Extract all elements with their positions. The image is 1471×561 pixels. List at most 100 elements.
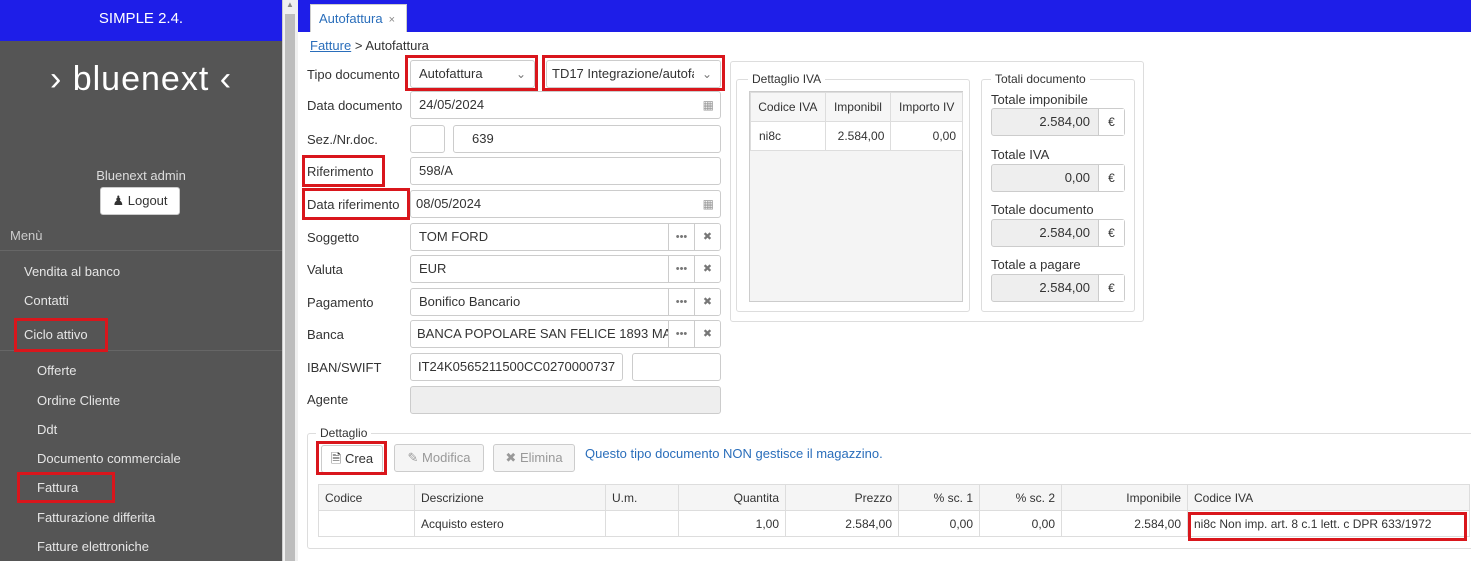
calendar-icon[interactable]: ▦: [703, 191, 714, 217]
highlight-box: [316, 441, 387, 475]
iban-label: IBAN/SWIFT: [307, 360, 382, 375]
col-sconto2[interactable]: % sc. 2: [979, 484, 1062, 511]
totale-imponibile-field: 2.584,00 €: [991, 108, 1125, 136]
euro-addon: €: [1098, 109, 1124, 135]
sidebar-item-ordine-cliente[interactable]: Ordine Cliente: [37, 393, 120, 408]
tipo-documento-label: Tipo documento: [307, 67, 400, 82]
pagamento-input[interactable]: Bonifico Bancario ••• ✖: [410, 288, 721, 316]
totale-imponibile-value: 2.584,00: [1039, 114, 1090, 129]
iban-input[interactable]: IT24K0565211500CC0270000737: [410, 353, 623, 381]
scroll-up-icon[interactable]: ▲: [285, 0, 295, 12]
swift-input[interactable]: [632, 353, 721, 381]
magazzino-note: Questo tipo documento NON gestisce il ma…: [585, 446, 883, 461]
logout-button[interactable]: ♟ Logout: [100, 187, 180, 215]
sidebar-item-contatti[interactable]: Contatti: [24, 293, 69, 308]
clear-icon[interactable]: ✖: [694, 224, 720, 250]
totale-iva-label: Totale IVA: [991, 147, 1050, 162]
col-quantita[interactable]: Quantita: [678, 484, 786, 511]
iva-col-imponibile[interactable]: Imponibil: [824, 92, 892, 122]
clear-icon[interactable]: ✖: [694, 289, 720, 315]
iva-col-importo[interactable]: Importo IV: [890, 92, 963, 122]
iva-grid: Codice IVA Imponibil Importo IV ni8c 2.5…: [749, 91, 963, 302]
tab-label: Autofattura: [319, 11, 383, 26]
col-prezzo[interactable]: Prezzo: [785, 484, 899, 511]
euro-addon: €: [1098, 275, 1124, 301]
table-row[interactable]: ni8c 2.584,00 0,00: [750, 121, 963, 151]
pagamento-label: Pagamento: [307, 295, 374, 310]
highlight-box: [17, 472, 115, 503]
highlight-box: [542, 55, 725, 91]
cell-sconto2: 0,00: [979, 510, 1062, 537]
tab-autofattura[interactable]: Autofattura ×: [310, 4, 407, 32]
ellipsis-icon[interactable]: •••: [668, 256, 694, 282]
col-imponibile[interactable]: Imponibile: [1061, 484, 1188, 511]
col-um[interactable]: U.m.: [605, 484, 679, 511]
banca-input[interactable]: BANCA POPOLARE SAN FELICE 1893 MANT ••• ✖: [410, 320, 721, 348]
elimina-button[interactable]: ✖ Elimina: [493, 444, 575, 472]
pencil-icon: ✎: [407, 450, 419, 465]
valuta-label: Valuta: [307, 262, 343, 277]
breadcrumb-fatture-link[interactable]: Fatture: [310, 38, 351, 53]
highlight-box: [1188, 512, 1467, 541]
soggetto-input[interactable]: TOM FORD ••• ✖: [410, 223, 721, 251]
euro-addon: €: [1098, 165, 1124, 191]
logout-label: Logout: [127, 193, 168, 208]
pagamento-value: Bonifico Bancario: [419, 294, 521, 309]
menu-label: Menù: [10, 228, 43, 243]
data-riferimento-input[interactable]: 08/05/2024 ▦: [410, 190, 721, 218]
highlight-box: [405, 55, 538, 91]
cell-descrizione: Acquisto estero: [414, 510, 606, 537]
clear-icon[interactable]: ✖: [694, 321, 720, 347]
cell-prezzo: 2.584,00: [785, 510, 899, 537]
iva-cell: 2.584,00: [824, 121, 892, 151]
cell-imponibile: 2.584,00: [1061, 510, 1188, 537]
agente-input[interactable]: [410, 386, 721, 414]
riferimento-input[interactable]: 598/A: [410, 157, 721, 185]
banca-label: Banca: [307, 327, 344, 342]
col-codice-iva[interactable]: Codice IVA: [1187, 484, 1470, 511]
cell-quantita: 1,00: [678, 510, 786, 537]
sidebar-item-fatture-elettroniche[interactable]: Fatture elettroniche: [37, 539, 149, 554]
modifica-button[interactable]: ✎ Modifica: [394, 444, 484, 472]
col-sconto1[interactable]: % sc. 1: [898, 484, 980, 511]
clear-icon[interactable]: ✖: [694, 256, 720, 282]
close-icon: ✖: [505, 450, 517, 465]
data-documento-input[interactable]: 24/05/2024 ▦: [410, 91, 721, 119]
sidebar-item-documento-commerciale[interactable]: Documento commerciale: [37, 451, 181, 466]
calendar-icon[interactable]: ▦: [703, 92, 714, 118]
iva-col-codice[interactable]: Codice IVA: [750, 92, 826, 122]
ellipsis-icon[interactable]: •••: [668, 289, 694, 315]
user-name: Bluenext admin: [96, 168, 186, 183]
totale-imponibile-label: Totale imponibile: [991, 92, 1088, 107]
totale-iva-value: 0,00: [1064, 170, 1090, 185]
data-documento-value: 24/05/2024: [419, 97, 485, 112]
sidebar-item-offerte[interactable]: Offerte: [37, 363, 77, 378]
numero-documento-input[interactable]: 639: [453, 125, 721, 153]
breadcrumb: Fatture > Autofattura: [310, 38, 429, 53]
valuta-input[interactable]: EUR ••• ✖: [410, 255, 721, 283]
sidebar-item-vendita[interactable]: Vendita al banco: [24, 264, 120, 279]
totale-pagare-field: 2.584,00 €: [991, 274, 1125, 302]
col-descrizione[interactable]: Descrizione: [414, 484, 606, 511]
sidebar-item-ddt[interactable]: Ddt: [37, 422, 57, 437]
ellipsis-icon[interactable]: •••: [668, 224, 694, 250]
cell-codice: [318, 510, 415, 537]
totali-legend: Totali documento: [991, 72, 1090, 86]
sezionale-input[interactable]: [410, 125, 445, 153]
valuta-value: EUR: [419, 261, 447, 276]
elimina-label: Elimina: [519, 450, 563, 465]
dettaglio-legend: Dettaglio: [316, 426, 372, 440]
highlight-box: [14, 318, 108, 352]
top-bar: [298, 0, 1471, 32]
ellipsis-icon[interactable]: •••: [668, 321, 694, 347]
dettaglio-iva-legend: Dettaglio IVA: [748, 72, 826, 86]
scrollbar-thumb[interactable]: [285, 14, 295, 561]
close-icon[interactable]: ×: [389, 14, 395, 26]
totale-documento-label: Totale documento: [991, 202, 1094, 217]
agente-label: Agente: [307, 392, 349, 407]
sidebar-item-fatturazione-differita[interactable]: Fatturazione differita: [37, 510, 155, 525]
data-documento-label: Data documento: [307, 98, 403, 113]
totale-documento-field: 2.584,00 €: [991, 219, 1125, 247]
col-codice[interactable]: Codice: [318, 484, 415, 511]
modifica-label: Modifica: [422, 450, 471, 465]
